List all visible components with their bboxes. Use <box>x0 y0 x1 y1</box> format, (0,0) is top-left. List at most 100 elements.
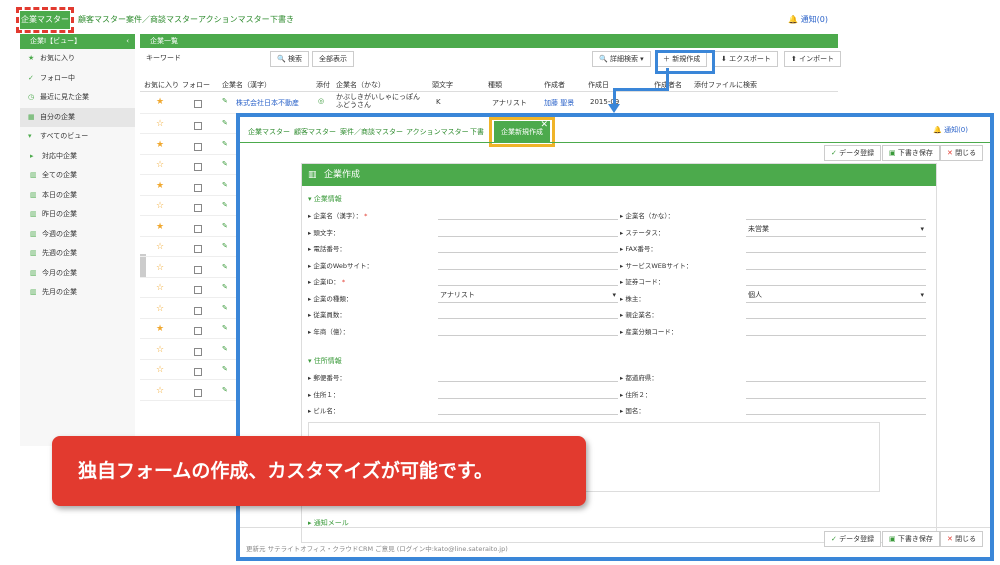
field-input[interactable] <box>438 305 618 319</box>
edit-icon[interactable]: ✎ <box>222 181 228 189</box>
register-button-top[interactable]: ✓ データ登録 <box>824 145 882 161</box>
sidebar-item-following[interactable]: ✓ フォロー中 <box>20 69 135 89</box>
sidebar-item-yesterday[interactable]: ▥ 昨日の企業 <box>20 205 135 225</box>
draft-button-bottom[interactable]: ▣ 下書き保存 <box>882 531 940 547</box>
field-input[interactable] <box>438 256 618 270</box>
star-outline-icon[interactable]: ☆ <box>156 119 164 129</box>
star-outline-icon[interactable]: ☆ <box>156 345 164 355</box>
edit-icon[interactable]: ✎ <box>222 160 228 168</box>
nav-drafts[interactable]: 下書 <box>470 127 484 137</box>
sidebar-item-recent[interactable]: ◷ 最近に見た企業 <box>20 88 135 108</box>
star-outline-icon[interactable]: ☆ <box>156 242 164 252</box>
sidebar-item-today[interactable]: ▥ 本日の企業 <box>20 186 135 206</box>
field-input[interactable] <box>746 305 926 319</box>
notification-link[interactable]: 🔔 通知(0) <box>788 14 828 25</box>
close-button-top[interactable]: ✕ 閉じる <box>940 145 984 161</box>
star-outline-icon[interactable]: ☆ <box>156 263 164 273</box>
nav-company-master[interactable]: 企業マスター <box>248 127 290 137</box>
nav-action-master[interactable]: アクションマスター <box>198 14 270 25</box>
star-outline-icon[interactable]: ☆ <box>156 386 164 396</box>
edit-icon[interactable]: ✎ <box>222 242 228 250</box>
star-filled-icon[interactable]: ★ <box>156 97 164 107</box>
field-input[interactable] <box>746 206 926 220</box>
star-outline-icon[interactable]: ☆ <box>156 201 164 211</box>
col-name[interactable]: 企業名（漢字） <box>222 80 271 90</box>
col-kana[interactable]: 企業名（かな） <box>336 80 385 90</box>
field-input[interactable] <box>746 401 926 415</box>
advanced-search-button[interactable]: 🔍 詳細検索 ▾ <box>592 51 651 67</box>
sidebar-item-this-week[interactable]: ▥ 今週の企業 <box>20 225 135 245</box>
nav-deal-master[interactable]: 案件／商談マスター <box>126 14 198 25</box>
sidebar-item-all-views[interactable]: ▾ すべてのビュー <box>20 127 135 147</box>
close-button-bottom[interactable]: ✕ 閉じる <box>940 531 984 547</box>
col-attach[interactable]: 添付 <box>316 80 330 90</box>
col-favorite[interactable]: お気に入り <box>144 80 179 90</box>
field-input[interactable] <box>746 322 926 336</box>
field-input[interactable] <box>438 322 618 336</box>
star-outline-icon[interactable]: ☆ <box>156 283 164 293</box>
sidebar-item-last-week[interactable]: ▥ 先週の企業 <box>20 244 135 264</box>
edit-icon[interactable]: ✎ <box>222 386 228 394</box>
col-attachment-search[interactable]: 添付ファイルに検索 <box>694 80 757 90</box>
field-input[interactable] <box>746 385 926 399</box>
field-input[interactable] <box>438 272 618 286</box>
edit-icon[interactable]: ✎ <box>222 345 228 353</box>
field-input[interactable] <box>746 239 926 253</box>
sidebar-item-mine[interactable]: ▦ 自分の企業 <box>20 107 135 127</box>
edit-icon[interactable]: ✎ <box>222 283 228 291</box>
search-button[interactable]: 🔍 検索 <box>270 51 309 67</box>
field-input[interactable] <box>438 385 618 399</box>
col-date[interactable]: 作成日 <box>588 80 609 90</box>
edit-icon[interactable]: ✎ <box>222 201 228 209</box>
company-name-link[interactable]: 株式会社日本不動産 <box>236 98 299 108</box>
field-input[interactable]: 個人 ▾ <box>746 289 926 303</box>
nav-deal-master[interactable]: 案件／商談マスター <box>340 127 403 137</box>
star-filled-icon[interactable]: ★ <box>156 140 164 150</box>
edit-icon[interactable]: ✎ <box>222 222 228 230</box>
field-input[interactable] <box>438 206 618 220</box>
col-initial[interactable]: 頭文字 <box>432 80 453 90</box>
sidebar-item-favorites[interactable]: ★ お気に入り <box>20 49 135 69</box>
field-input[interactable] <box>438 401 618 415</box>
nav-drafts[interactable]: 下書き <box>270 14 294 25</box>
star-outline-icon[interactable]: ☆ <box>156 304 164 314</box>
edit-icon[interactable]: ✎ <box>222 140 228 148</box>
star-outline-icon[interactable]: ☆ <box>156 365 164 375</box>
creator-cell[interactable]: 加藤 聖景 <box>544 98 574 108</box>
star-filled-icon[interactable]: ★ <box>156 324 164 334</box>
field-input[interactable] <box>746 368 926 382</box>
table-row[interactable]: ★ ✎ 株式会社日本不動産 ◎ かぶしきがいしゃにっぽんふどうさん K アナリス… <box>140 92 838 114</box>
field-input[interactable]: アナリスト ▾ <box>438 289 618 303</box>
draft-button-top[interactable]: ▣ 下書き保存 <box>882 145 940 161</box>
col-type[interactable]: 種類 <box>488 80 502 90</box>
col-creator[interactable]: 作成者 <box>544 80 565 90</box>
field-input[interactable] <box>438 223 618 237</box>
field-input[interactable] <box>438 368 618 382</box>
register-button-bottom[interactable]: ✓ データ登録 <box>824 531 882 547</box>
star-filled-icon[interactable]: ★ <box>156 222 164 232</box>
nav-action-master[interactable]: アクションマスター <box>406 127 469 137</box>
nav-customer-master[interactable]: 顧客マスター <box>294 127 336 137</box>
edit-icon[interactable]: ✎ <box>222 97 228 105</box>
star-outline-icon[interactable]: ☆ <box>156 160 164 170</box>
edit-icon[interactable]: ✎ <box>222 324 228 332</box>
show-all-button[interactable]: 全部表示 <box>312 51 354 67</box>
field-input[interactable] <box>438 239 618 253</box>
export-button[interactable]: ⬇ エクスポート <box>714 51 778 67</box>
nav-customer-master[interactable]: 顧客マスター <box>78 14 126 25</box>
sidebar-item-this-month[interactable]: ▥ 今月の企業 <box>20 264 135 284</box>
notification-link[interactable]: 🔔 通知(0) <box>933 125 968 135</box>
field-input[interactable] <box>746 256 926 270</box>
chevron-left-icon[interactable]: ‹ <box>126 34 129 49</box>
sidebar-item-all[interactable]: ▥ 全ての企業 <box>20 166 135 186</box>
field-input[interactable]: 未営業 ▾ <box>746 223 926 237</box>
edit-icon[interactable]: ✎ <box>222 263 228 271</box>
sidebar-item-active[interactable]: ▸ 対応中企業 <box>20 147 135 167</box>
edit-icon[interactable]: ✎ <box>222 119 228 127</box>
star-filled-icon[interactable]: ★ <box>156 181 164 191</box>
field-input[interactable] <box>746 272 926 286</box>
edit-icon[interactable]: ✎ <box>222 365 228 373</box>
edit-icon[interactable]: ✎ <box>222 304 228 312</box>
col-follow[interactable]: フォロー <box>182 80 210 90</box>
import-button[interactable]: ⬆ インポート <box>784 51 842 67</box>
